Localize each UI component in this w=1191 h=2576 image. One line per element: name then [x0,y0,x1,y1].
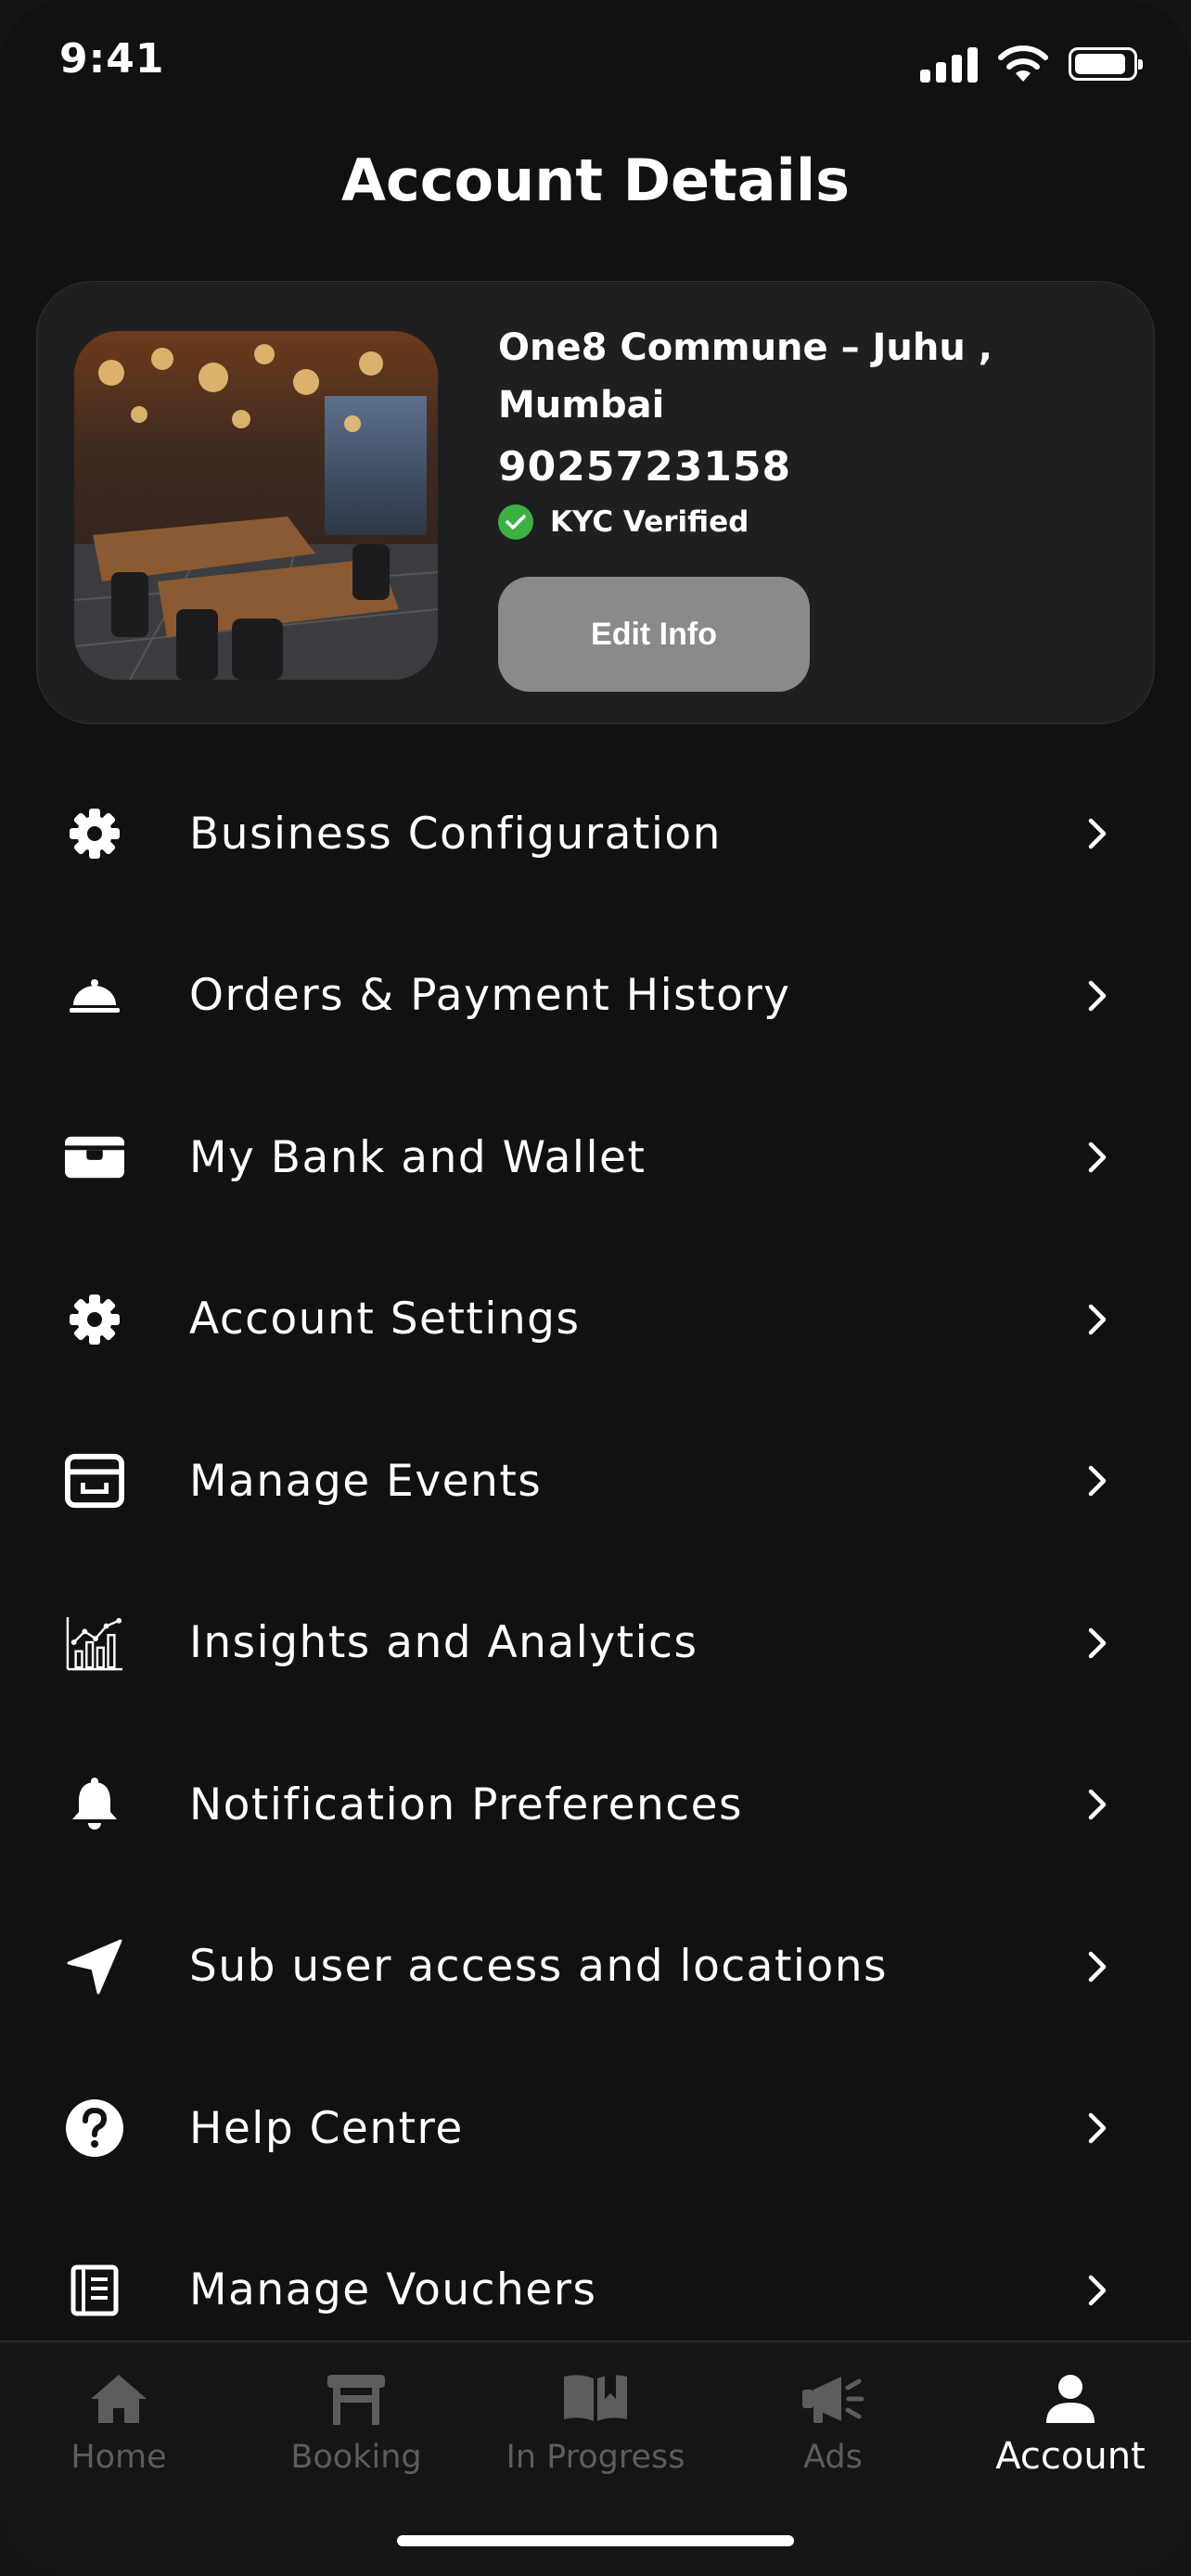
chevron-right-icon [1080,2110,1117,2147]
menu-item-notification-preferences[interactable]: Notification Preferences [0,1724,1191,1886]
analytics-icon [65,1613,124,1673]
menu-item-account-settings[interactable]: Account Settings [0,1239,1191,1401]
archive-box-icon [65,1451,124,1511]
chevron-right-icon [1080,1301,1117,1338]
edit-info-button[interactable]: Edit Info [498,577,810,692]
chevron-right-icon [1080,977,1117,1014]
nav-tab-label: Ads [803,2439,863,2476]
menu-item-label: Sub user access and locations [189,1941,888,1993]
question-circle-icon [65,2098,124,2158]
gear-icon [65,1290,124,1349]
menu-item-label: Business Configuration [189,808,722,860]
menu-item-label: Account Settings [189,1294,581,1345]
nav-tab-label: Booking [290,2439,422,2476]
page-title: Account Details [341,147,850,214]
battery-icon [1069,47,1143,81]
location-arrow-icon [65,1937,124,1996]
chevron-right-icon [1080,815,1117,852]
menu-item-label: Orders & Payment History [189,970,791,1022]
nav-tab-label: In Progress [506,2439,685,2476]
kyc-status-label: KYC Verified [550,505,749,539]
nav-tab-booking[interactable]: Booking [237,2342,475,2509]
voucher-book-icon [65,2261,124,2320]
venue-photo [74,331,438,680]
profile-card: One8 Commune – Juhu , Mumbai 9025723158 … [36,281,1155,724]
cloche-icon [65,966,124,1026]
cellular-signal-icon [920,45,978,83]
nav-tab-account[interactable]: Account [952,2342,1189,2509]
bell-icon [65,1775,124,1834]
table-icon [326,2368,387,2429]
menu-item-label: My Bank and Wallet [189,1131,647,1183]
wallet-icon [65,1128,124,1187]
kyc-status: KYC Verified [498,504,749,540]
status-icons [920,45,1143,83]
menu-item-sub-user-access-and-locations[interactable]: Sub user access and locations [0,1886,1191,2048]
open-book-icon [560,2368,631,2429]
megaphone-icon [800,2368,865,2429]
menu-item-help-centre[interactable]: Help Centre [0,2047,1191,2210]
chevron-right-icon [1080,1139,1117,1176]
menu-item-my-bank-and-wallet[interactable]: My Bank and Wallet [0,1077,1191,1239]
nav-tab-home[interactable]: Home [0,2342,237,2509]
user-icon [1044,2368,1096,2429]
home-indicator [397,2535,794,2546]
menu-item-label: Insights and Analytics [189,1617,698,1669]
menu-item-orders-payment-history[interactable]: Orders & Payment History [0,915,1191,1078]
menu-item-label: Help Centre [189,2102,464,2154]
menu-item-manage-events[interactable]: Manage Events [0,1400,1191,1562]
menu-item-business-configuration[interactable]: Business Configuration [0,753,1191,915]
chevron-right-icon [1080,1625,1117,1662]
account-menu: Business Configuration Orders & Payment … [0,753,1191,2371]
nav-tab-label: Account [995,2435,1146,2478]
menu-item-label: Manage Events [189,1455,543,1507]
chevron-right-icon [1080,1462,1117,1499]
wifi-icon [998,45,1048,82]
chevron-right-icon [1080,2272,1117,2309]
home-icon [89,2368,148,2429]
chevron-right-icon [1080,1948,1117,1985]
nav-tab-ads[interactable]: Ads [714,2342,952,2509]
chevron-right-icon [1080,1786,1117,1823]
check-circle-icon [498,504,533,540]
venue-name: One8 Commune – Juhu , Mumbai [498,326,992,427]
venue-phone: 9025723158 [498,443,792,491]
gear-icon [65,804,124,863]
account-details-screen: 9:41 Account Details One8 Commune – Juhu… [0,0,1191,2576]
status-time: 9:41 [59,35,165,83]
menu-item-label: Manage Vouchers [189,2264,597,2316]
menu-item-insights-and-analytics[interactable]: Insights and Analytics [0,1562,1191,1725]
nav-tab-in-progress[interactable]: In Progress [477,2342,714,2509]
nav-tab-label: Home [70,2439,167,2476]
menu-item-label: Notification Preferences [189,1779,744,1830]
